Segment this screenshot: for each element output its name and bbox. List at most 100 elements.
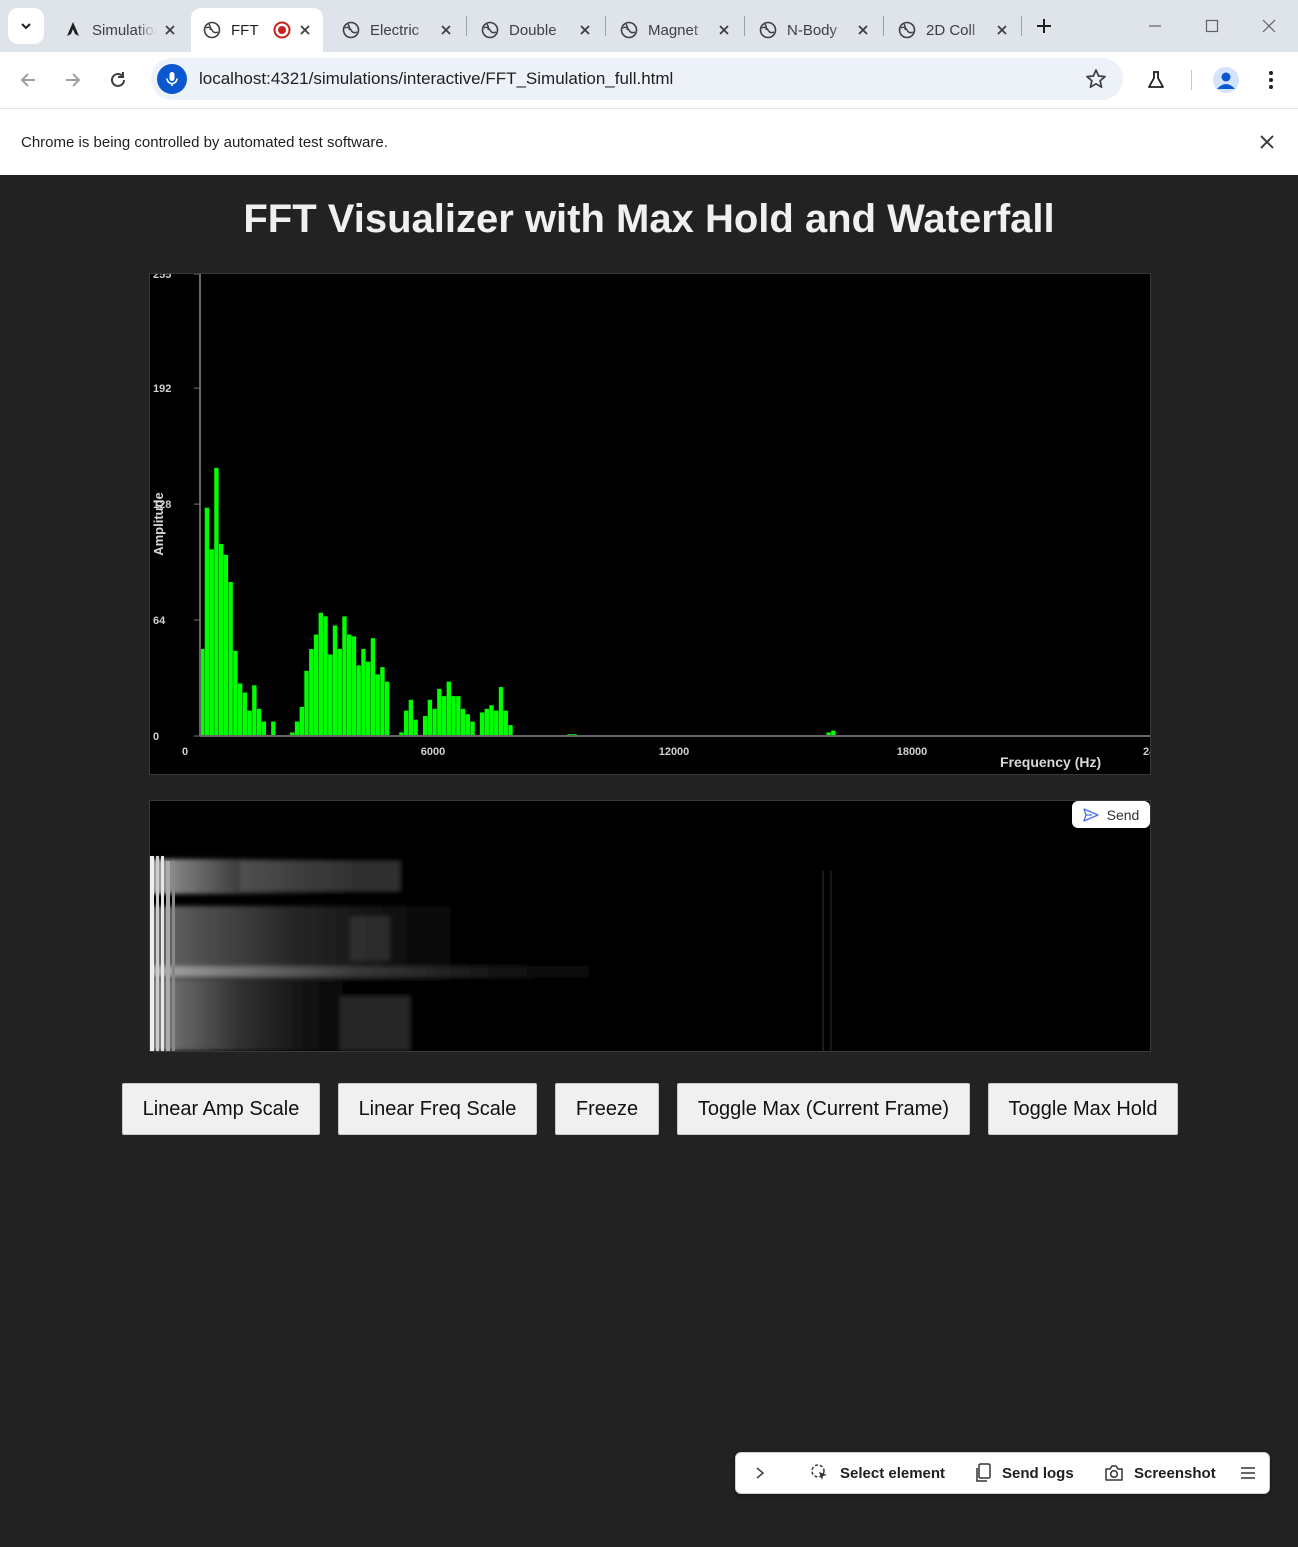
menu-button[interactable]: [1255, 64, 1287, 96]
spectrum-bar: [370, 638, 376, 736]
microphone-icon: [166, 72, 178, 86]
spectrum-bar: [256, 708, 262, 736]
tab-title: N-Body: [787, 21, 838, 39]
x-tick-label: 0: [182, 746, 188, 758]
globe-icon: [898, 21, 916, 39]
send-logs-button[interactable]: Send logs: [974, 1453, 1074, 1493]
x-axis-label: Frequency (Hz): [1000, 754, 1101, 770]
close-icon[interactable]: [1258, 133, 1276, 151]
fft-spectrum-chart[interactable]: 06412819225506000120001800024000 Amplitu…: [149, 273, 1151, 775]
close-icon[interactable]: [297, 22, 313, 38]
expand-button[interactable]: [754, 1453, 776, 1493]
spectrum-bar: [332, 625, 338, 736]
spectrum-bar: [361, 649, 366, 736]
spectrum-bar: [261, 721, 267, 736]
spectrum-bar: [209, 549, 214, 736]
globe-icon: [620, 21, 638, 39]
toolbar-divider: [1191, 70, 1192, 90]
address-bar[interactable]: localhost:4321/simulations/interactive/F…: [151, 58, 1123, 100]
spectrum-bar: [384, 681, 390, 736]
linear-amp-scale-button[interactable]: Linear Amp Scale: [122, 1083, 320, 1135]
globe-icon: [481, 21, 499, 39]
spectrum-bar: [299, 707, 304, 736]
freeze-button[interactable]: Freeze: [555, 1083, 659, 1135]
close-icon[interactable]: [577, 22, 593, 38]
tab-search-button[interactable]: [8, 8, 44, 44]
tab-double[interactable]: Double: [469, 8, 603, 52]
spectrum-bar: [323, 616, 328, 736]
profile-button[interactable]: [1210, 64, 1242, 96]
tab-title: Electric: [370, 21, 420, 39]
close-icon[interactable]: [716, 22, 732, 38]
close-icon[interactable]: [994, 22, 1010, 38]
spectrum-bar: [233, 650, 238, 736]
page-title: FFT Visualizer with Max Hold and Waterfa…: [243, 197, 1055, 241]
maximize-icon: [1205, 19, 1219, 33]
reload-button[interactable]: [102, 64, 134, 96]
minimize-button[interactable]: [1143, 14, 1167, 38]
globe-icon: [203, 21, 221, 39]
select-element-label: Select element: [840, 1464, 946, 1482]
spectrum-bar: [214, 467, 219, 736]
tab-fft[interactable]: FFT: [191, 8, 323, 52]
linear-freq-scale-button[interactable]: Linear Freq Scale: [338, 1083, 537, 1135]
pointer-select-icon: [811, 1464, 827, 1480]
tab-simulations[interactable]: Simulations: [52, 8, 188, 52]
star-icon[interactable]: [1085, 68, 1107, 90]
labs-button[interactable]: [1140, 64, 1172, 96]
url-text[interactable]: localhost:4321/simulations/interactive/F…: [199, 69, 673, 89]
y-tick-label: 192: [153, 383, 171, 395]
devbar-menu-button[interactable]: [1240, 1453, 1266, 1493]
tab-magnet[interactable]: Magnet: [608, 8, 742, 52]
send-button[interactable]: Send: [1072, 801, 1150, 828]
waterfall-spectrogram[interactable]: Send: [149, 800, 1151, 1052]
flask-icon: [1148, 71, 1164, 88]
hamburger-menu-icon: [1241, 1467, 1255, 1479]
chevron-down-icon: [21, 23, 31, 30]
minimize-icon: [1149, 25, 1161, 27]
spectrum-bar: [470, 721, 475, 736]
tab-electric[interactable]: Electric: [330, 8, 464, 52]
spectrum-bar: [380, 667, 385, 736]
tab-separator: [1021, 16, 1022, 36]
x-tick-label: 18000: [897, 746, 928, 758]
toggle-max-hold-button[interactable]: Toggle Max Hold: [988, 1083, 1178, 1135]
spectrum-bar: [484, 708, 489, 736]
maximize-button[interactable]: [1200, 14, 1224, 38]
page-content: FFT Visualizer with Max Hold and Waterfa…: [0, 175, 1298, 1547]
spectrum-bar: [494, 710, 499, 736]
close-window-button[interactable]: [1257, 14, 1281, 38]
toggle-max-current-frame-button[interactable]: Toggle Max (Current Frame): [677, 1083, 970, 1135]
back-button[interactable]: [12, 64, 44, 96]
spectrum-bar: [328, 654, 333, 736]
copy-logs-icon: [976, 1463, 991, 1482]
select-element-button[interactable]: Select element: [810, 1453, 945, 1493]
new-tab-button[interactable]: [1030, 12, 1058, 40]
close-icon: [1262, 19, 1276, 33]
spectrum-bar: [218, 543, 224, 736]
mic-button[interactable]: [157, 64, 187, 94]
spectrum-bar: [304, 670, 309, 736]
spectrum-bar: [375, 674, 380, 736]
forward-button[interactable]: [57, 64, 89, 96]
spectrum-bar: [247, 710, 252, 736]
globe-icon: [759, 21, 777, 39]
spectrum-bar: [441, 696, 447, 736]
spectrum-bar: [252, 685, 257, 736]
close-icon[interactable]: [162, 22, 178, 38]
arrow-right-icon: [66, 73, 81, 87]
spectrum-bar: [351, 636, 357, 736]
tab-separator: [744, 16, 745, 36]
tab-n-body[interactable]: N-Body: [747, 8, 881, 52]
close-icon[interactable]: [438, 22, 454, 38]
spectrum-bar: [342, 616, 347, 736]
tab-2d-coll[interactable]: 2D Coll: [886, 8, 1020, 52]
spectrum-bar: [456, 696, 461, 736]
spectrum-bar: [479, 712, 485, 736]
x-tick-label: 12000: [659, 746, 690, 758]
send-label: Send: [1106, 806, 1140, 823]
spectrum-bar: [498, 687, 504, 736]
y-tick-label: 64: [153, 615, 166, 627]
screenshot-button[interactable]: Screenshot: [1104, 1453, 1216, 1493]
close-icon[interactable]: [855, 22, 871, 38]
